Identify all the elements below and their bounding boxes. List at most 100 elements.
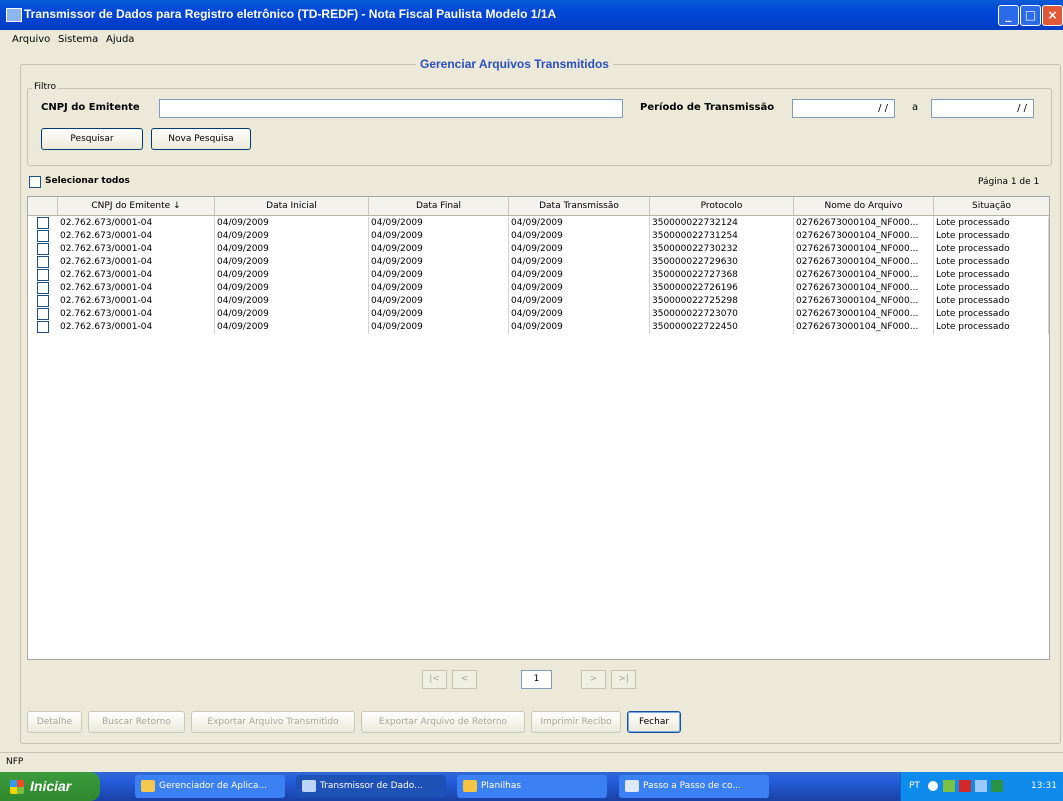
menu-arquivo[interactable]: Arquivo [12, 34, 50, 45]
cell-nome-arquivo: 02762673000104_NF000... [794, 269, 934, 282]
cnpj-input[interactable] [159, 99, 623, 118]
cell-nome-arquivo: 02762673000104_NF000... [794, 282, 934, 295]
page-title: Gerenciar Arquivos Transmitidos [416, 57, 613, 71]
cell-data-transmissao: 04/09/2009 [509, 282, 650, 295]
col-protocolo[interactable]: Protocolo [650, 197, 794, 215]
results-table: CNPJ do Emitente ↓ Data Inicial Data Fin… [27, 196, 1050, 660]
cell-data-transmissao: 04/09/2009 [509, 230, 650, 243]
col-nome-arquivo[interactable]: Nome do Arquivo [794, 197, 934, 215]
taskbar: Iniciar Gerenciador de Aplica... Transmi… [0, 772, 1063, 801]
cell-data-inicial: 04/09/2009 [215, 243, 369, 256]
network-icon[interactable] [928, 781, 938, 791]
next-page-button[interactable]: > [581, 670, 606, 689]
first-page-button[interactable]: |< [422, 670, 447, 689]
window-icon [302, 780, 316, 792]
cell-data-final: 04/09/2009 [369, 321, 509, 334]
cell-data-transmissao: 04/09/2009 [509, 243, 650, 256]
date-separator: a [912, 102, 919, 113]
last-page-button[interactable]: >| [611, 670, 636, 689]
buscar-retorno-button[interactable]: Buscar Retorno [88, 711, 185, 733]
exportar-retorno-button[interactable]: Exportar Arquivo de Retorno [361, 711, 525, 733]
detalhe-button[interactable]: Detalhe [27, 711, 82, 733]
imprimir-recibo-button[interactable]: Imprimir Recibo [531, 711, 621, 733]
table-row[interactable]: 02.762.673/0001-04 04/09/2009 04/09/2009 04… [28, 321, 1049, 334]
cell-data-inicial: 04/09/2009 [215, 269, 369, 282]
cell-protocolo: 350000022732124 [650, 217, 794, 230]
cell-data-inicial: 04/09/2009 [215, 308, 369, 321]
col-situacao[interactable]: Situação [934, 197, 1049, 215]
table-row[interactable]: 02.762.673/0001-04 04/09/2009 04/09/2009 04… [28, 295, 1049, 308]
cell-data-transmissao: 04/09/2009 [509, 321, 650, 334]
cell-cnpj: 02.762.673/0001-04 [58, 256, 215, 269]
date-to-input[interactable]: / / [931, 99, 1034, 118]
task-transmissor[interactable]: Transmissor de Dado... [296, 775, 446, 798]
cell-data-transmissao: 04/09/2009 [509, 295, 650, 308]
col-data-inicial[interactable]: Data Inicial [215, 197, 369, 215]
volume-icon[interactable] [991, 780, 1003, 792]
table-row[interactable]: 02.762.673/0001-04 04/09/2009 04/09/2009 04… [28, 256, 1049, 269]
table-row[interactable]: 02.762.673/0001-04 04/09/2009 04/09/2009 04… [28, 308, 1049, 321]
language-indicator[interactable]: PT [909, 781, 920, 791]
cell-data-final: 04/09/2009 [369, 230, 509, 243]
cell-protocolo: 350000022723070 [650, 308, 794, 321]
tray-app-icon[interactable] [943, 780, 955, 792]
cell-nome-arquivo: 02762673000104_NF000... [794, 308, 934, 321]
maximize-button[interactable]: □ [1020, 5, 1041, 26]
menu-ajuda[interactable]: Ajuda [106, 34, 134, 45]
row-checkbox[interactable] [37, 295, 49, 307]
row-checkbox[interactable] [37, 243, 49, 255]
fechar-button[interactable]: Fechar [627, 711, 681, 733]
cell-data-transmissao: 04/09/2009 [509, 256, 650, 269]
cell-nome-arquivo: 02762673000104_NF000... [794, 243, 934, 256]
cell-data-inicial: 04/09/2009 [215, 256, 369, 269]
cell-situacao: Lote processado [934, 217, 1049, 230]
row-checkbox[interactable] [37, 230, 49, 242]
cell-data-inicial: 04/09/2009 [215, 295, 369, 308]
start-button[interactable]: Iniciar [0, 772, 100, 801]
exportar-transmitido-button[interactable]: Exportar Arquivo Transmitido [191, 711, 355, 733]
pesquisar-button[interactable]: Pesquisar [41, 128, 143, 150]
table-row[interactable]: 02.762.673/0001-04 04/09/2009 04/09/2009 04… [28, 282, 1049, 295]
table-row[interactable]: 02.762.673/0001-04 04/09/2009 04/09/2009 04… [28, 269, 1049, 282]
cell-cnpj: 02.762.673/0001-04 [58, 269, 215, 282]
monitor-icon[interactable] [975, 780, 987, 792]
cell-cnpj: 02.762.673/0001-04 [58, 230, 215, 243]
table-row[interactable]: 02.762.673/0001-04 04/09/2009 04/09/2009 04… [28, 217, 1049, 230]
table-row[interactable]: 02.762.673/0001-04 04/09/2009 04/09/2009 04… [28, 243, 1049, 256]
col-data-final[interactable]: Data Final [369, 197, 509, 215]
row-checkbox[interactable] [37, 256, 49, 268]
windows-logo-icon [10, 780, 24, 794]
date-from-input[interactable]: / / [792, 99, 895, 118]
table-row[interactable]: 02.762.673/0001-04 04/09/2009 04/09/2009 04… [28, 230, 1049, 243]
col-cnpj[interactable]: CNPJ do Emitente ↓ [58, 197, 215, 215]
task-planilhas[interactable]: Planilhas [457, 775, 607, 798]
minimize-button[interactable]: _ [998, 5, 1019, 26]
row-checkbox[interactable] [37, 321, 49, 333]
cell-situacao: Lote processado [934, 308, 1049, 321]
table-header: CNPJ do Emitente ↓ Data Inicial Data Fin… [28, 197, 1049, 216]
cell-protocolo: 350000022730232 [650, 243, 794, 256]
col-data-transmissao[interactable]: Data Transmissão [509, 197, 650, 215]
row-checkbox[interactable] [37, 269, 49, 281]
cell-situacao: Lote processado [934, 230, 1049, 243]
row-checkbox[interactable] [37, 282, 49, 294]
task-gerenciador[interactable]: Gerenciador de Aplica... [135, 775, 285, 798]
cell-protocolo: 350000022727368 [650, 269, 794, 282]
cell-data-final: 04/09/2009 [369, 269, 509, 282]
menu-sistema[interactable]: Sistema [58, 34, 98, 45]
close-button[interactable]: × [1042, 5, 1063, 26]
cell-situacao: Lote processado [934, 269, 1049, 282]
cell-data-final: 04/09/2009 [369, 217, 509, 230]
status-text: NFP [6, 757, 24, 767]
row-checkbox[interactable] [37, 217, 49, 229]
page-number-input[interactable]: 1 [521, 670, 552, 689]
select-all-checkbox[interactable] [29, 176, 41, 188]
cell-nome-arquivo: 02762673000104_NF000... [794, 295, 934, 308]
row-checkbox[interactable] [37, 308, 49, 320]
cell-data-final: 04/09/2009 [369, 295, 509, 308]
antivirus-icon[interactable] [959, 780, 971, 792]
nova-pesquisa-button[interactable]: Nova Pesquisa [151, 128, 251, 150]
periodo-label: Período de Transmissão [640, 102, 775, 113]
task-passo-a-passo[interactable]: Passo a Passo de co... [619, 775, 769, 798]
prev-page-button[interactable]: < [452, 670, 477, 689]
